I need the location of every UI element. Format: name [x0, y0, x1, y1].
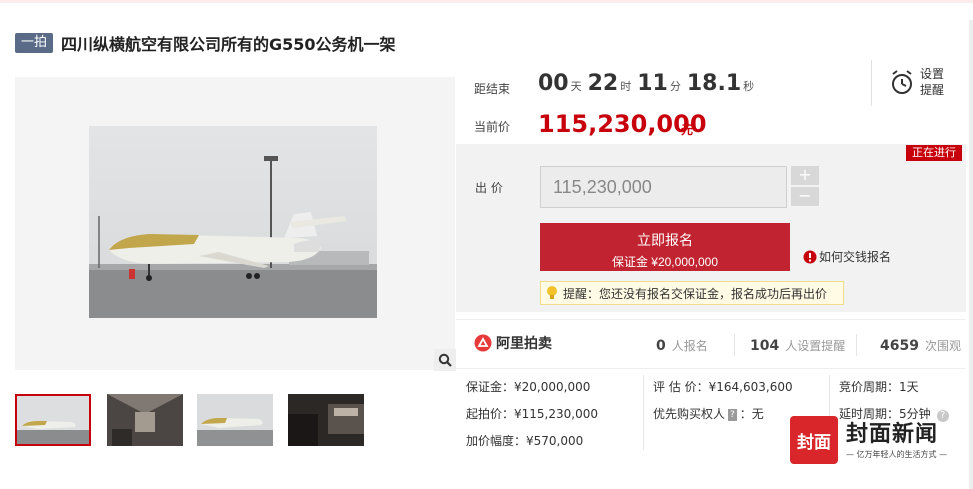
status-badge: 正在进行: [906, 145, 962, 161]
thumb-cabin: [107, 394, 183, 446]
reminder-count-value: 104: [750, 338, 780, 354]
signup-count: 0 人报名: [656, 337, 708, 354]
start-price-info: 起拍价：¥115,230,000: [466, 407, 598, 421]
tip-box: 提醒：您还没有报名交保证金，报名成功后再出价: [540, 281, 844, 305]
thumb-jet-side: [197, 394, 273, 446]
signup-now-button[interactable]: 立即报名 保证金 ¥20,000,000: [540, 223, 790, 271]
info-divider: [643, 375, 644, 450]
reminder-count-label: 人设置提醒: [785, 339, 846, 353]
hours-unit: 时: [620, 80, 632, 93]
stats-divider: [856, 334, 857, 356]
thumbnail-2[interactable]: [107, 394, 183, 446]
watermark-title: 封面新闻: [846, 420, 939, 447]
lightbulb-icon: [547, 286, 557, 299]
view-count-label: 次围观: [924, 339, 961, 353]
countdown-days: 00: [538, 71, 569, 96]
countdown-label: 距结束: [474, 82, 511, 96]
signup-count-value: 0: [656, 338, 666, 354]
watermark-logo: 封面: [790, 416, 838, 464]
signup-button-deposit: 保证金 ¥20,000,000: [611, 255, 719, 269]
ali-auction-logo: 阿里拍卖: [474, 333, 552, 353]
view-count: 4659 次围观: [880, 337, 961, 354]
how-to-pay-label: 如何交钱报名: [819, 250, 892, 264]
watermark-slogan: — 亿万年轻人的生活方式 —: [846, 449, 948, 459]
signup-count-label: 人报名: [671, 339, 708, 353]
page-title: 四川纵横航空有限公司所有的G550公务机一架: [61, 35, 396, 54]
countdown-seconds: 18.1: [686, 71, 742, 96]
watermark-text: 封面新闻 — 亿万年轻人的生活方式 —: [846, 421, 947, 460]
reminder-label: 设置提醒: [920, 67, 945, 97]
title-row: 一拍 四川纵横航空有限公司所有的G550公务机一架: [15, 32, 396, 54]
set-reminder-button[interactable]: 设置提醒: [871, 60, 971, 106]
priority-buyer-info: 优先购买权人? ：无: [653, 405, 764, 422]
how-to-pay-link[interactable]: 如何交钱报名: [803, 248, 891, 265]
reminder-count: 104 人设置提醒: [750, 337, 845, 354]
bid-amount-input[interactable]: 115,230,000: [540, 166, 787, 208]
ali-auction-brand: 阿里拍卖: [496, 336, 552, 352]
increase-bid-button[interactable]: +: [791, 166, 819, 185]
priority-buyer-value: ：无: [739, 407, 764, 421]
thumbnail-4[interactable]: [288, 394, 364, 446]
current-price-label: 当前价: [474, 120, 511, 134]
fengmian-watermark: 封面 封面新闻 — 亿万年轻人的生活方式 —: [790, 416, 947, 464]
auction-type-tag: 一拍: [15, 33, 54, 53]
deposit-info: 保证金：¥20,000,000: [466, 380, 591, 394]
seconds-unit: 秒: [743, 80, 755, 93]
minutes-unit: 分: [669, 80, 681, 93]
current-price-unit: 元: [681, 123, 694, 137]
view-count-value: 4659: [880, 338, 919, 354]
thumb-interior: [288, 394, 364, 446]
zoom-button[interactable]: [434, 349, 456, 371]
info-icon: [803, 250, 817, 263]
days-unit: 天: [570, 80, 582, 93]
main-photo[interactable]: [89, 126, 377, 318]
help-badge[interactable]: ?: [728, 409, 737, 421]
decrease-bid-button[interactable]: −: [791, 187, 819, 206]
ali-auction-icon: [474, 334, 492, 352]
thumbnail-1[interactable]: [15, 394, 91, 446]
alarm-clock-icon: [892, 70, 912, 94]
top-border: [0, 0, 973, 3]
bid-period-info: 竞价周期：1天: [839, 380, 919, 394]
thumb-jet-exterior: [17, 396, 89, 444]
signup-button-title: 立即报名: [637, 232, 693, 248]
priority-buyer-label: 优先购买权人: [653, 407, 726, 421]
bid-label: 出 价: [475, 181, 503, 195]
magnifier-icon: [438, 353, 452, 367]
countdown-hours: 22: [587, 71, 619, 96]
appraisal-info: 评 估 价：¥164,603,600: [653, 380, 793, 394]
increment-info: 加价幅度：¥570,000: [466, 434, 584, 448]
countdown-minutes: 11: [637, 71, 668, 96]
stats-divider: [734, 334, 735, 356]
jet-photo-image: [89, 126, 377, 318]
thumbnail-3[interactable]: [197, 394, 273, 446]
countdown-timer: 00 天 22 时 11 分 18.1 秒: [538, 71, 760, 96]
tip-text: 提醒：您还没有报名交保证金，报名成功后再出价: [563, 286, 828, 301]
